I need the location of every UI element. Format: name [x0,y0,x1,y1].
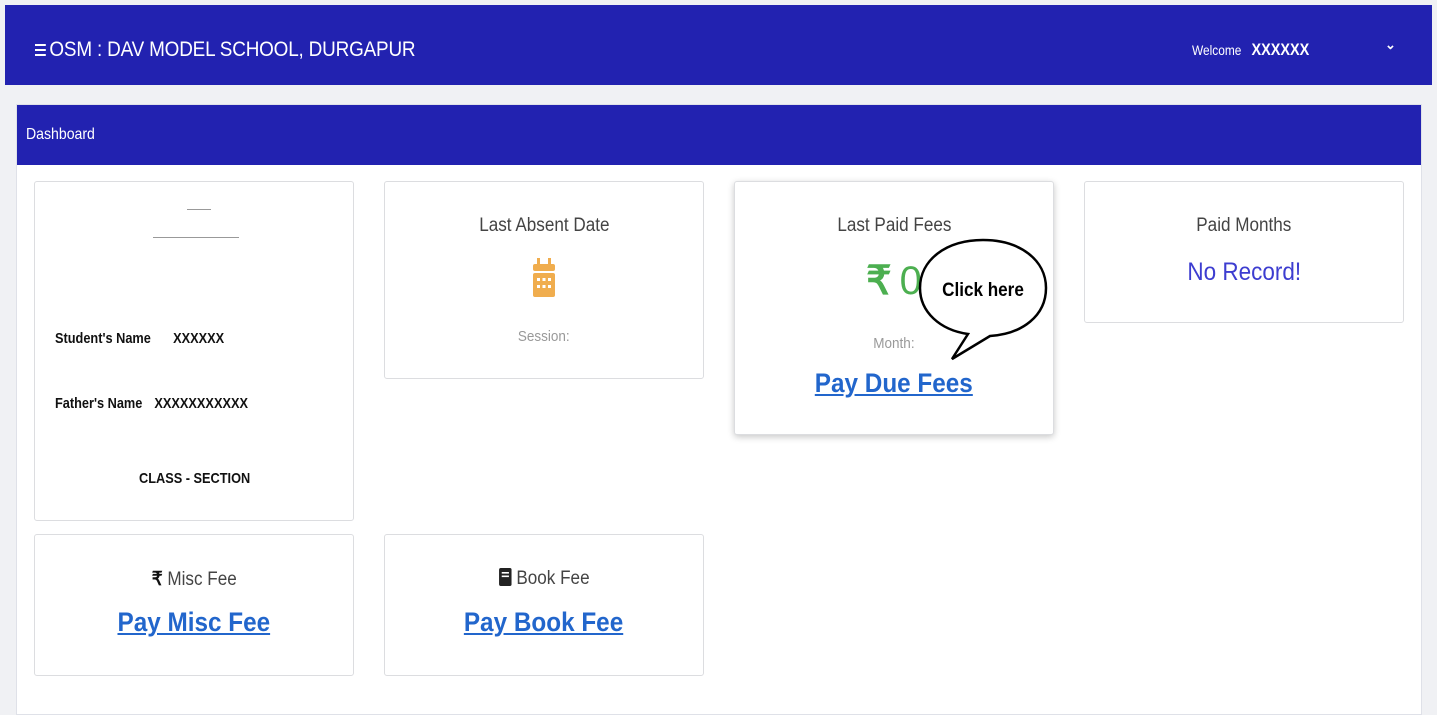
book-fee-title: Book Fee [516,568,590,589]
student-name-row: Student's Name XXXXXX [55,330,224,347]
session-label: Session: [518,328,570,345]
paid-months-value: No Record! [1187,258,1301,286]
class-section: CLASS - SECTION [139,470,251,487]
book-icon [498,568,512,586]
calendar-icon [533,258,555,297]
pay-book-fee-link[interactable]: Pay Book Fee [464,607,623,638]
pay-misc-fee-link[interactable]: Pay Misc Fee [118,607,271,638]
last-absent-title: Last Absent Date [478,215,610,236]
paid-months-card: Paid Months No Record! [1084,181,1404,323]
book-fee-card: Book Fee Pay Book Fee [384,534,704,676]
welcome-area: Welcome XXXXXX [1192,40,1309,60]
last-paid-title: Last Paid Fees [836,215,952,236]
dashboard-title: Dashboard [26,126,95,143]
misc-fee-card: ₹ Misc Fee Pay Misc Fee [34,534,354,676]
father-name-label: Father's Name [55,395,143,412]
student-info-card: Student's Name XXXXXX Father's Name XXXX… [34,181,354,521]
chevron-down-icon[interactable]: ⌄ [1385,37,1396,53]
misc-fee-title: Misc Fee [167,569,237,590]
paid-months-title: Paid Months [1196,215,1292,236]
last-absent-card: Last Absent Date Session: [384,181,704,379]
month-label: Month: [873,335,915,352]
user-name[interactable]: XXXXXX [1251,40,1309,59]
callout-text: Click here [942,279,1024,300]
avatar-caption-line [153,237,239,238]
avatar [187,209,211,210]
rupee-icon: ₹ [866,259,892,303]
hamburger-menu-icon[interactable] [35,41,46,59]
brand[interactable]: OSM : DAV MODEL SCHOOL, DURGAPUR [35,38,416,62]
student-name-value: XXXXXX [173,330,225,347]
top-navbar: OSM : DAV MODEL SCHOOL, DURGAPUR Welcome… [5,5,1432,85]
dashboard-header: Dashboard [17,105,1421,165]
pay-due-fees-link[interactable]: Pay Due Fees [815,368,973,399]
father-name-value: XXXXXXXXXXX [154,395,248,412]
click-here-callout: Click here [918,238,1048,361]
rupee-icon: ₹ [151,569,163,590]
app-title: OSM : DAV MODEL SCHOOL, DURGAPUR [49,38,416,61]
father-name-row: Father's Name XXXXXXXXXXX [55,395,248,412]
student-name-label: Student's Name [55,330,151,347]
welcome-label: Welcome [1192,42,1242,58]
